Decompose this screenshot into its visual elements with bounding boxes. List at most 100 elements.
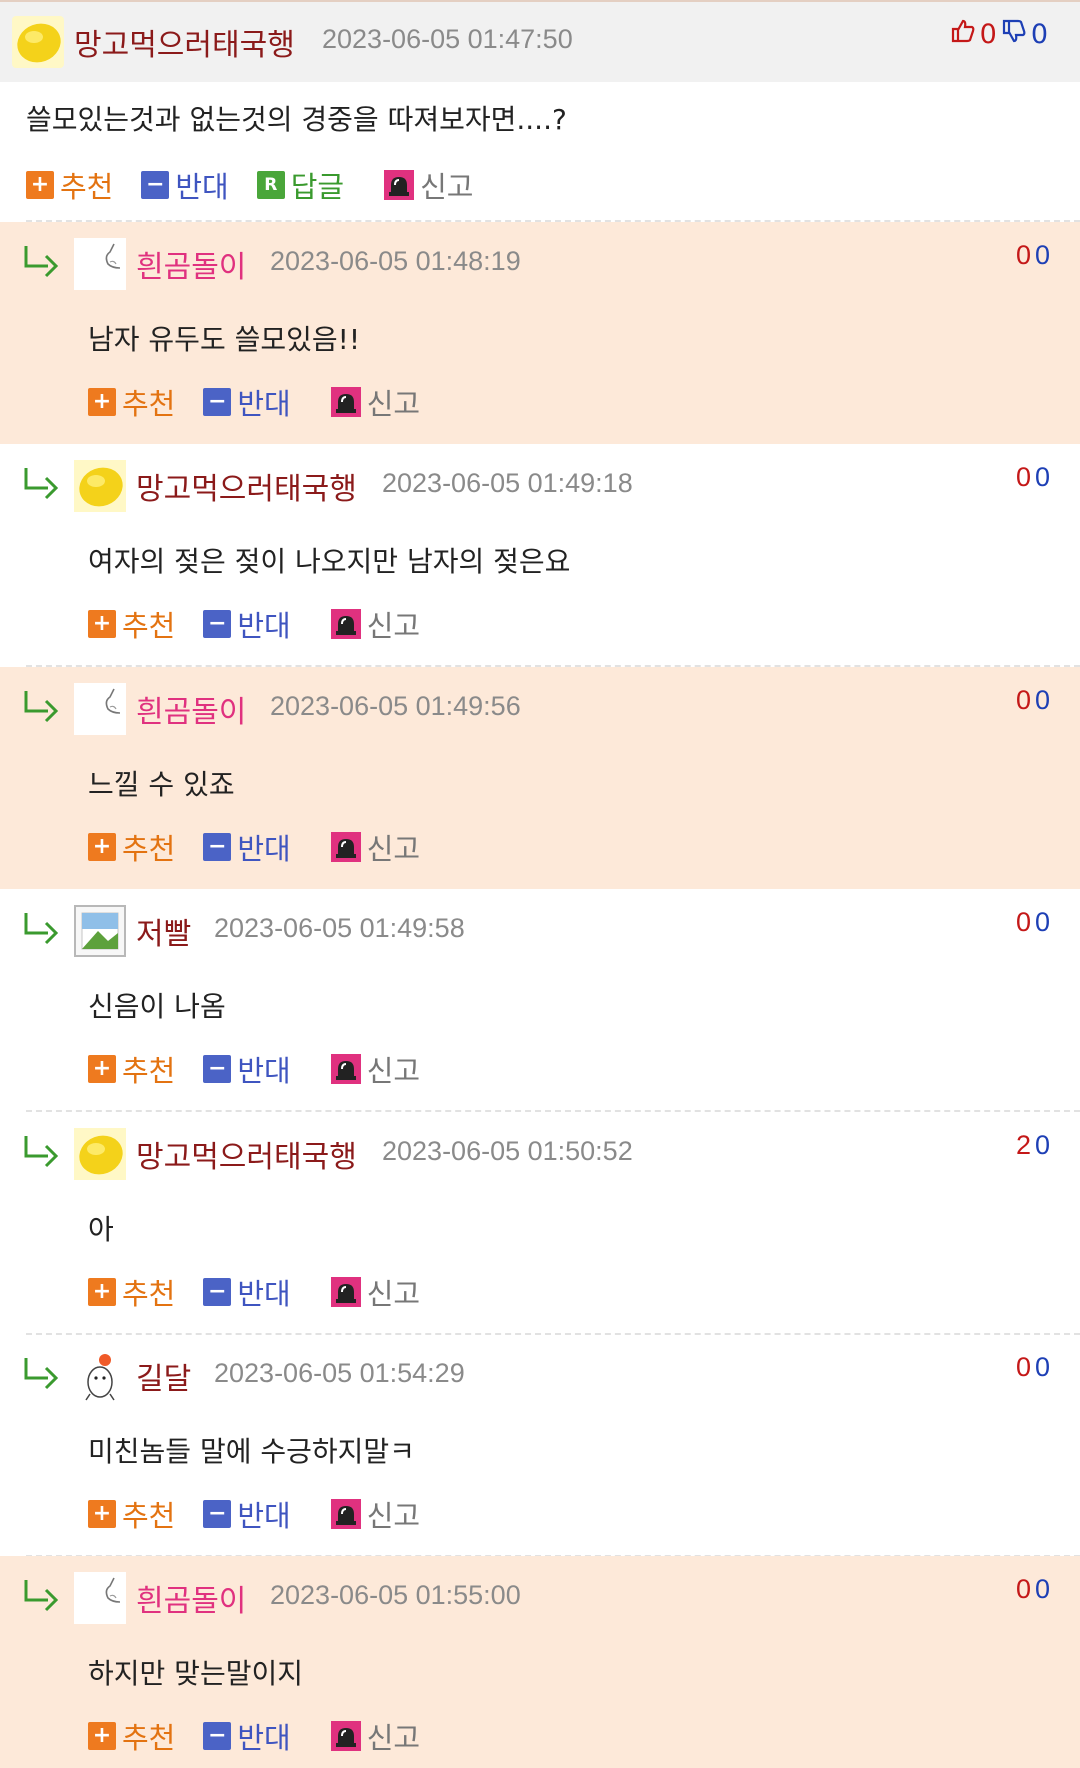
report-button[interactable]: 신고 <box>330 381 420 423</box>
oppose-button[interactable]: − 반대 <box>203 381 291 423</box>
report-label: 신고 <box>366 1721 421 1755</box>
siren-icon <box>330 609 361 639</box>
report-button[interactable]: 신고 <box>384 164 474 206</box>
reply-author[interactable]: 저빨 <box>136 909 191 953</box>
recommend-label: 추천 <box>60 170 114 204</box>
oppose-label: 반대 <box>237 1277 291 1311</box>
reply-item: 흰곰돌이 2023-06-05 01:49:56 00 느낄 수 있죠 + 추천 − 반대 신고 <box>0 667 1080 889</box>
hamster-avatar[interactable] <box>74 1350 126 1402</box>
sketch-avatar[interactable] <box>74 238 126 290</box>
recommend-button[interactable]: + 추천 <box>88 381 175 423</box>
report-button[interactable]: 신고 <box>330 1271 420 1313</box>
reply-timestamp: 2023-06-05 01:49:18 <box>382 468 633 498</box>
reply-votes: 20 <box>1016 1130 1054 1161</box>
reply-actions: + 추천 − 반대 신고 <box>88 604 448 644</box>
reply-author[interactable]: 망고먹으러태국행 <box>136 1132 357 1176</box>
reply-button[interactable]: R 답글 <box>256 164 344 206</box>
siren-icon <box>330 1721 361 1751</box>
thumbs-down-icon[interactable] <box>1001 18 1027 51</box>
broken-image-avatar[interactable] <box>74 905 126 957</box>
thumbs-up-icon[interactable] <box>950 18 976 51</box>
mango-avatar[interactable] <box>74 1128 126 1180</box>
recommend-label: 추천 <box>122 1054 176 1088</box>
siren-icon <box>330 1277 361 1307</box>
reply-votes: 00 <box>1016 240 1054 271</box>
reply-body: 여자의 젖은 젖이 나오지만 남자의 젖은요 <box>88 545 571 578</box>
recommend-button[interactable]: + 추천 <box>88 1271 175 1313</box>
reply-arrow-icon <box>22 464 62 504</box>
plus-icon: + <box>26 171 54 199</box>
post-author[interactable]: 망고먹으러태국행 <box>74 20 295 64</box>
reply-actions: + 추천 − 반대 신고 <box>88 1049 448 1089</box>
minus-icon: − <box>203 1722 232 1750</box>
recommend-button[interactable]: + 추천 <box>88 826 175 868</box>
post-timestamp: 2023-06-05 01:47:50 <box>322 24 573 54</box>
reply-author[interactable]: 망고먹으러태국행 <box>136 464 357 508</box>
post-header: 망고먹으러태국행 2023-06-05 01:47:50 0 0 <box>0 0 1080 82</box>
reply-author[interactable]: 흰곰돌이 <box>136 1576 246 1620</box>
reply-actions: + 추천 − 반대 신고 <box>88 1716 448 1756</box>
recommend-label: 추천 <box>122 609 176 643</box>
reply-body: 미친놈들 말에 수긍하지말ㅋ <box>88 1435 415 1468</box>
report-button[interactable]: 신고 <box>330 1715 421 1757</box>
oppose-button[interactable]: − 반대 <box>203 1048 291 1090</box>
oppose-button[interactable]: − 반대 <box>203 1493 291 1535</box>
oppose-label: 반대 <box>237 387 291 421</box>
upvote-count: 0 <box>979 19 997 50</box>
reply-item: 흰곰돌이 2023-06-05 01:48:19 00 남자 유두도 쓸모있음!! + 추… <box>0 222 1080 444</box>
siren-icon <box>330 832 361 862</box>
reply-actions: + 추천 − 반대 신고 <box>88 1494 448 1534</box>
recommend-label: 추천 <box>122 1277 176 1311</box>
reply-author[interactable]: 길달 <box>136 1354 191 1398</box>
downvote-count: 0 <box>1034 1574 1054 1604</box>
recommend-label: 추천 <box>122 832 176 866</box>
oppose-button[interactable]: − 반대 <box>203 1715 291 1757</box>
reply-body: 아 <box>88 1213 114 1246</box>
reply-votes: 00 <box>1016 1352 1054 1383</box>
comment-section: 망고먹으러태국행 2023-06-05 01:47:50 0 0 쓸모있는것과 … <box>0 0 1080 1768</box>
reply-votes: 00 <box>1016 907 1054 938</box>
downvote-count: 0 <box>1034 1130 1054 1160</box>
report-button[interactable]: 신고 <box>330 603 420 645</box>
oppose-label: 반대 <box>175 170 229 204</box>
reply-arrow-icon <box>22 242 62 282</box>
reply-arrow-icon <box>22 1576 62 1616</box>
reply-votes: 00 <box>1016 685 1054 716</box>
sketch-avatar[interactable] <box>74 1572 126 1624</box>
report-button[interactable]: 신고 <box>330 1493 420 1535</box>
recommend-button[interactable]: + 추천 <box>88 1048 175 1090</box>
reply-timestamp: 2023-06-05 01:55:00 <box>270 1580 521 1610</box>
oppose-label: 반대 <box>237 1499 291 1533</box>
report-button[interactable]: 신고 <box>330 1048 420 1090</box>
reply-timestamp: 2023-06-05 01:49:56 <box>270 691 521 721</box>
minus-icon: − <box>203 388 232 416</box>
siren-icon <box>330 387 361 417</box>
minus-icon: − <box>203 1055 232 1083</box>
sketch-avatar[interactable] <box>74 683 126 735</box>
reply-arrow-icon <box>22 687 62 727</box>
siren-icon <box>330 1054 361 1084</box>
recommend-button[interactable]: + 추천 <box>88 603 175 645</box>
siren-icon <box>330 1499 361 1529</box>
downvote-count: 0 <box>1034 907 1054 937</box>
reply-body: 느낄 수 있죠 <box>88 768 235 801</box>
reply-votes: 00 <box>1016 462 1054 493</box>
mango-avatar[interactable] <box>12 16 64 68</box>
post-votes: 0 0 <box>950 18 1048 51</box>
reply-author[interactable]: 흰곰돌이 <box>136 242 246 286</box>
report-label: 신고 <box>366 832 421 866</box>
upvote-count: 0 <box>1015 462 1035 492</box>
report-button[interactable]: 신고 <box>330 826 421 868</box>
oppose-button[interactable]: − 반대 <box>141 164 229 206</box>
oppose-button[interactable]: − 반대 <box>203 826 291 868</box>
mango-avatar[interactable] <box>74 460 126 512</box>
oppose-button[interactable]: − 반대 <box>203 1271 291 1313</box>
recommend-button[interactable]: + 추천 <box>88 1493 175 1535</box>
oppose-button[interactable]: − 반대 <box>203 603 291 645</box>
minus-icon: − <box>203 1500 232 1528</box>
plus-icon: + <box>88 1722 116 1750</box>
downvote-count: 0 <box>1034 240 1054 270</box>
recommend-button[interactable]: + 추천 <box>88 1715 175 1757</box>
recommend-button[interactable]: + 추천 <box>26 164 113 206</box>
reply-author[interactable]: 흰곰돌이 <box>136 687 246 731</box>
